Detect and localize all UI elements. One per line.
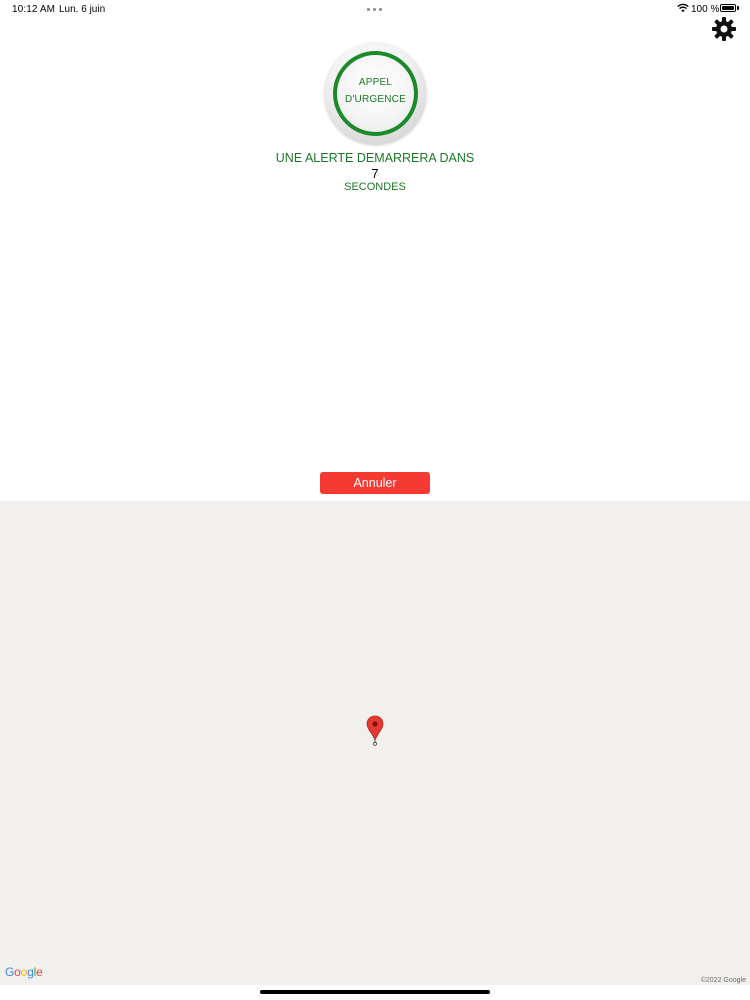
alert-unit: SECONDES (344, 181, 406, 193)
battery-tip (737, 6, 739, 10)
settings-button[interactable] (711, 16, 737, 42)
gear-icon (712, 17, 736, 41)
status-time: 10:12 AM (12, 4, 56, 15)
home-indicator[interactable] (260, 990, 490, 994)
cancel-button[interactable]: Annuler (320, 472, 430, 494)
emergency-label-line1: APPEL (358, 77, 393, 88)
emergency-label-line2: D'URGENCE (345, 94, 406, 105)
google-logo-text: Google (5, 965, 43, 979)
emergency-call-button[interactable]: APPEL D'URGENCE (325, 43, 426, 144)
map-copyright: ©2022 Google (700, 977, 746, 984)
alert-countdown: 7 (371, 166, 379, 181)
status-bar: 10:12 AM Lun. 6 juin 100 % (0, 0, 750, 18)
multitasking-dots-icon[interactable] (367, 8, 383, 12)
wifi-icon (677, 3, 689, 13)
google-logo[interactable]: Google (5, 965, 43, 979)
battery-percentage: 100 % (691, 4, 720, 15)
battery-icon (720, 4, 736, 12)
status-date: Lun. 6 juin (59, 4, 106, 15)
map-pin-icon[interactable] (366, 715, 384, 746)
alert-title: UNE ALERTE DEMARRERA DANS (275, 151, 475, 165)
